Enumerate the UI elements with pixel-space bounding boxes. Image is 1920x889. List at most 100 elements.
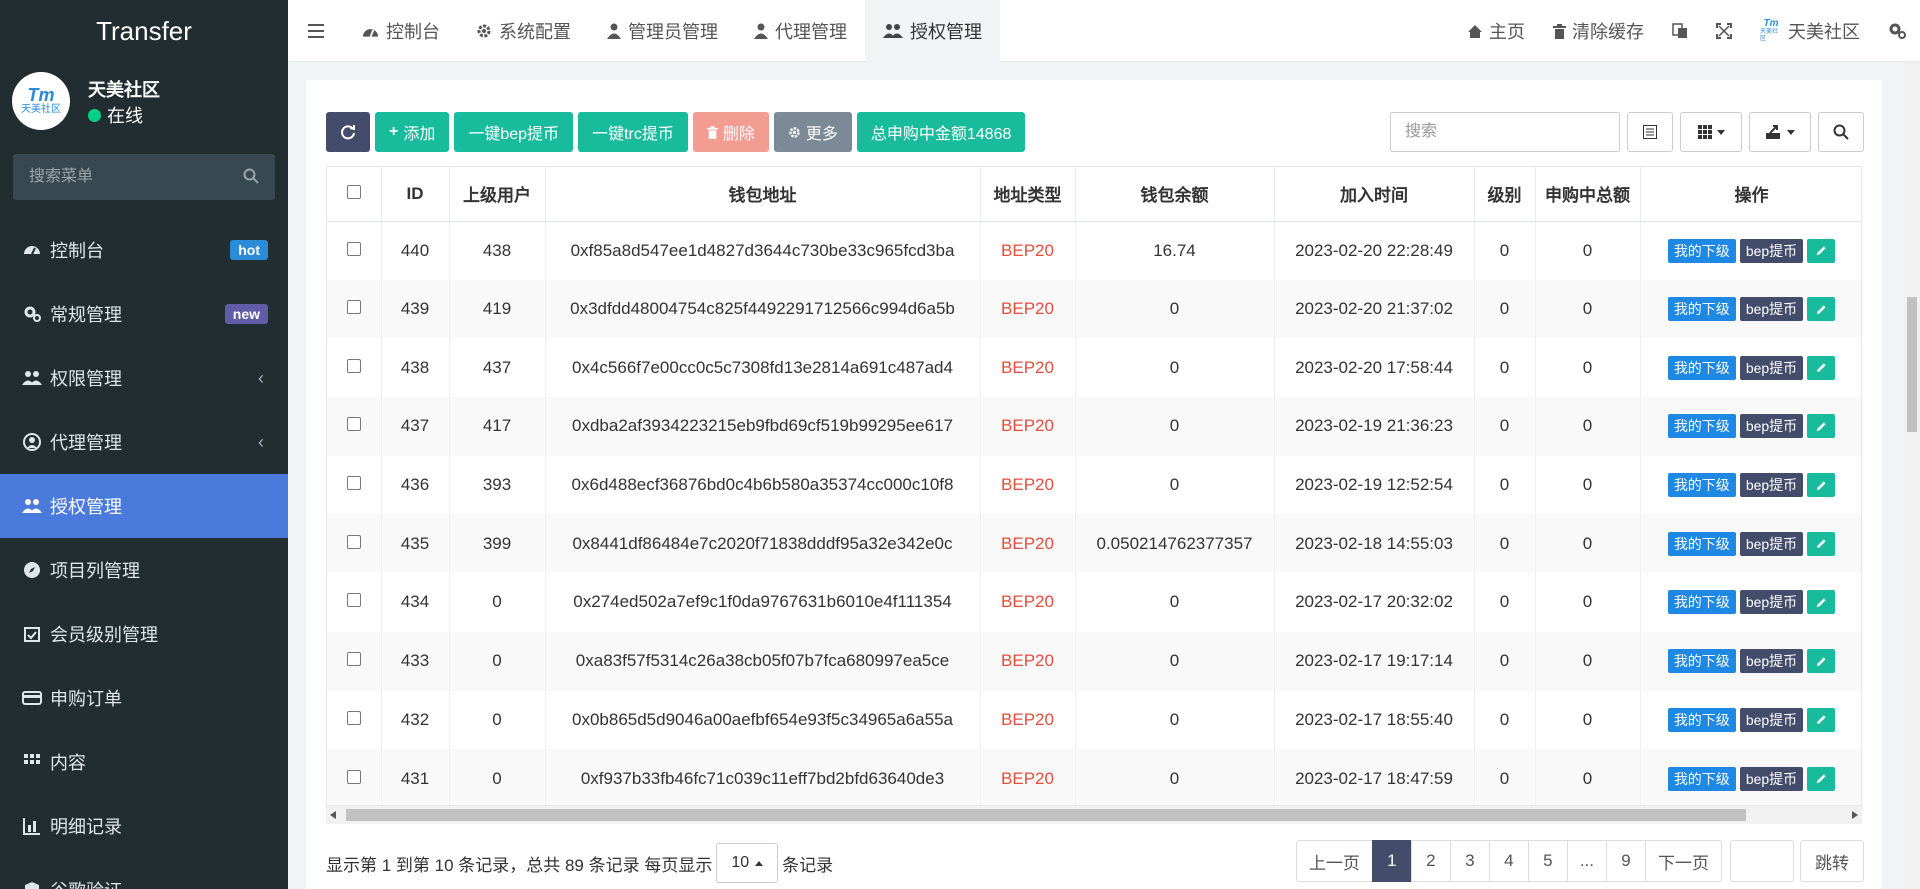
page-size-select[interactable]: 10 (716, 843, 779, 883)
tab-admin[interactable]: 管理员管理 (589, 0, 736, 62)
table-row[interactable]: 435 399 0x8441df86484e7c2020f71838dddf95a3… (327, 514, 1861, 574)
columns-button[interactable] (1680, 112, 1742, 152)
sidebar-item-orders[interactable]: 申购订单 (0, 666, 288, 730)
edit-button[interactable] (1807, 531, 1836, 556)
row-checkbox[interactable] (346, 534, 361, 549)
menu-search-input[interactable] (13, 154, 275, 200)
clear-cache-button[interactable]: 清除缓存 (1539, 0, 1658, 62)
edit-button[interactable] (1807, 297, 1836, 322)
next-page-button[interactable]: 下一页 (1645, 840, 1722, 882)
bep-withdraw-row-button[interactable]: bep提币 (1739, 414, 1804, 439)
tab-authorization[interactable]: 授权管理 (865, 0, 1000, 62)
bep-withdraw-row-button[interactable]: bep提币 (1739, 649, 1804, 674)
row-checkbox[interactable] (346, 241, 361, 256)
edit-button[interactable] (1807, 414, 1836, 439)
sidebar-item-general[interactable]: 常规管理 new (0, 282, 288, 346)
page-button[interactable]: 4 (1488, 840, 1529, 882)
tab-system-config[interactable]: 系统配置 (458, 0, 589, 62)
column-header[interactable]: ID (381, 167, 450, 222)
search-icon[interactable] (243, 168, 259, 184)
my-subordinates-button[interactable]: 我的下级 (1667, 531, 1736, 556)
more-button[interactable]: 更多 (773, 112, 852, 152)
vertical-scrollbar[interactable] (1904, 62, 1920, 889)
row-checkbox[interactable] (346, 593, 361, 608)
sidebar-item-authorization[interactable]: 授权管理 (0, 474, 288, 538)
column-header[interactable]: 级别 (1474, 167, 1536, 222)
translate-button[interactable] (1658, 0, 1702, 62)
jump-button[interactable]: 跳转 (1800, 840, 1864, 882)
sidebar-item-content[interactable]: 内容 (0, 730, 288, 794)
my-subordinates-button[interactable]: 我的下级 (1667, 238, 1736, 263)
row-checkbox[interactable] (346, 417, 361, 432)
sidebar-item-google-auth[interactable]: 谷歌验证 (0, 858, 288, 889)
table-row[interactable]: 440 438 0xf85a8d547ee1d4827d3644c730be33c9… (327, 221, 1861, 280)
my-subordinates-button[interactable]: 我的下级 (1667, 473, 1736, 498)
column-header[interactable]: 钱包余额 (1075, 167, 1275, 222)
fullscreen-button[interactable] (1702, 0, 1746, 62)
edit-button[interactable] (1807, 766, 1836, 791)
table-row[interactable]: 438 437 0x4c566f7e00cc0c5c7308fd13e2814a69… (327, 338, 1861, 398)
prev-page-button[interactable]: 上一页 (1295, 840, 1373, 882)
edit-button[interactable] (1807, 238, 1836, 263)
page-button[interactable]: 3 (1449, 840, 1490, 882)
my-subordinates-button[interactable]: 我的下级 (1667, 649, 1736, 674)
trc-withdraw-button[interactable]: 一键trc提币 (578, 112, 688, 152)
row-checkbox[interactable] (346, 358, 361, 373)
sidebar-item-dashboard[interactable]: 控制台 hot (0, 218, 288, 282)
user-menu[interactable]: Tm 天美社区 天美社区 (1746, 0, 1874, 62)
bep-withdraw-row-button[interactable]: bep提币 (1739, 707, 1804, 732)
bep-withdraw-row-button[interactable]: bep提币 (1739, 297, 1804, 322)
scroll-left-icon[interactable] (330, 811, 336, 819)
sidebar-item-agents[interactable]: 代理管理 ‹ (0, 410, 288, 474)
tab-agents[interactable]: 代理管理 (736, 0, 865, 62)
page-button[interactable]: 1 (1371, 840, 1412, 882)
add-button[interactable]: + 添加 (375, 112, 450, 152)
tab-dashboard[interactable]: 控制台 (344, 0, 458, 62)
sidebar-item-records[interactable]: 明细记录 (0, 794, 288, 858)
column-header[interactable]: 上级用户 (449, 167, 546, 222)
column-header[interactable]: 加入时间 (1274, 167, 1475, 222)
my-subordinates-button[interactable]: 我的下级 (1667, 355, 1736, 380)
table-row[interactable]: 434 0 0x274ed502a7ef9c1f0da9767631b6010e4f… (327, 573, 1861, 632)
export-button[interactable] (1749, 112, 1811, 152)
app-title[interactable]: Transfer (0, 0, 288, 62)
row-checkbox[interactable] (346, 300, 361, 315)
bep-withdraw-row-button[interactable]: bep提币 (1739, 531, 1804, 556)
my-subordinates-button[interactable]: 我的下级 (1667, 297, 1736, 322)
table-search-input[interactable] (1390, 112, 1620, 152)
horizontal-scrollbar[interactable] (326, 806, 1862, 824)
column-header[interactable]: 钱包地址 (545, 167, 981, 222)
refresh-button[interactable] (326, 112, 370, 152)
edit-button[interactable] (1807, 355, 1836, 380)
table-row[interactable]: 432 0 0x0b865d5d9046a00aefbf654e93f5c34965… (327, 690, 1861, 750)
sidebar-item-permissions[interactable]: 权限管理 ‹ (0, 346, 288, 410)
table-row[interactable]: 431 0 0xf937b33fb46fc71c039c11eff7bd2bfd63… (327, 749, 1861, 805)
home-link[interactable]: 主页 (1453, 0, 1539, 62)
table-row[interactable]: 433 0 0xa83f57f5314c26a38cb05f07b7fca68099… (327, 631, 1861, 691)
bep-withdraw-row-button[interactable]: bep提币 (1739, 590, 1804, 615)
sidebar-item-projects[interactable]: 项目列管理 (0, 538, 288, 602)
my-subordinates-button[interactable]: 我的下级 (1667, 414, 1736, 439)
bep-withdraw-button[interactable]: 一键bep提币 (454, 112, 574, 152)
page-button[interactable]: 5 (1527, 840, 1568, 882)
edit-button[interactable] (1807, 649, 1836, 674)
scrollbar-thumb[interactable] (346, 809, 1746, 821)
menu-toggle-icon[interactable] (288, 0, 344, 62)
row-checkbox[interactable] (346, 476, 361, 491)
page-button[interactable]: 2 (1410, 840, 1451, 882)
bep-withdraw-row-button[interactable]: bep提币 (1739, 238, 1804, 263)
select-all-checkbox[interactable] (346, 184, 361, 199)
delete-button[interactable]: 删除 (692, 112, 769, 152)
sidebar-item-member-levels[interactable]: 会员级别管理 (0, 602, 288, 666)
row-checkbox[interactable] (346, 652, 361, 667)
table-row[interactable]: 436 393 0x6d488ecf36876bd0c4b6b580a35374cc… (327, 455, 1861, 515)
bep-withdraw-row-button[interactable]: bep提币 (1739, 473, 1804, 498)
row-checkbox[interactable] (346, 710, 361, 725)
bep-withdraw-row-button[interactable]: bep提币 (1739, 766, 1804, 791)
search-button[interactable] (1818, 112, 1864, 152)
my-subordinates-button[interactable]: 我的下级 (1667, 590, 1736, 615)
scroll-right-icon[interactable] (1852, 811, 1858, 819)
my-subordinates-button[interactable]: 我的下级 (1667, 707, 1736, 732)
edit-button[interactable] (1807, 707, 1836, 732)
edit-button[interactable] (1807, 473, 1836, 498)
